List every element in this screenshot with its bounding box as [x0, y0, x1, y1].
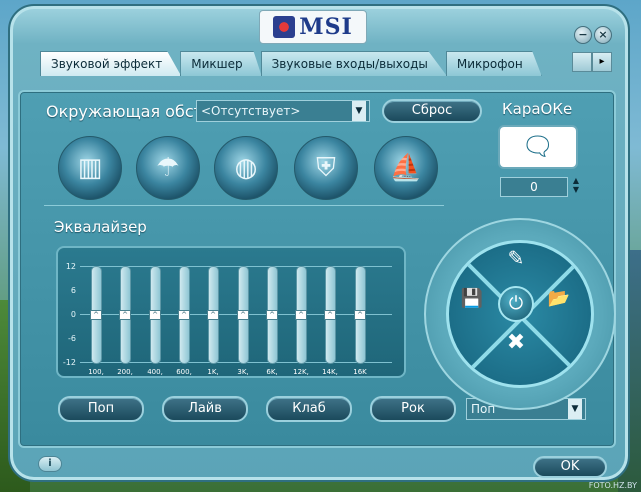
ok-button[interactable]: OK — [533, 456, 607, 478]
eq-slider-knob[interactable]: ^ — [119, 310, 131, 320]
eq-scale-0: 0 — [70, 310, 76, 319]
eq-frequency-label: 200, — [117, 368, 133, 376]
eq-frequency-label: 16K — [353, 368, 367, 376]
eq-scale-6: 6 — [70, 286, 76, 295]
reset-button[interactable]: Сброс — [382, 99, 482, 123]
eq-scale-12: 12 — [65, 262, 76, 271]
eq-slider-knob[interactable]: ^ — [354, 310, 366, 320]
tab-scroll-left-button[interactable] — [572, 52, 592, 72]
karaoke-value-field[interactable]: 0 — [500, 177, 568, 197]
tab-sound-effect[interactable]: Звуковой эффект — [40, 51, 182, 76]
minimize-button[interactable]: − — [574, 26, 592, 44]
eq-slider-knob[interactable]: ^ — [90, 310, 102, 320]
tab-scroll-right-button[interactable]: ▸ — [592, 52, 612, 72]
karaoke-label: КараОКе — [502, 100, 573, 118]
chevron-down-icon: ▼ — [568, 399, 582, 419]
eq-slider-knob[interactable]: ^ — [295, 310, 307, 320]
eq-slider-knob[interactable]: ^ — [178, 310, 190, 320]
eq-frequency-label: 1K, — [207, 368, 219, 376]
preset-rock-button[interactable]: Рок — [370, 396, 456, 422]
eq-scale-neg6: -6 — [68, 334, 76, 343]
environment-select[interactable]: <Отсутствует> ▼ — [196, 100, 370, 122]
sphere-icon[interactable]: ◍ — [214, 136, 278, 200]
eraser-icon[interactable]: ✎ — [502, 246, 530, 270]
karaoke-spinner[interactable]: ▲ ▼ — [570, 176, 582, 198]
eq-frequency-label: 3K, — [237, 368, 249, 376]
hall-icon[interactable]: ▥ — [58, 136, 122, 200]
eq-frequency-label: 6K, — [266, 368, 278, 376]
section-divider — [44, 205, 444, 206]
eq-frequency-label: 400, — [147, 368, 163, 376]
eq-frequency-label: 600, — [176, 368, 192, 376]
eq-slider-knob[interactable]: ^ — [266, 310, 278, 320]
preset-club-button[interactable]: Клаб — [266, 396, 352, 422]
chevron-down-icon: ▼ — [352, 101, 366, 121]
opera-icon[interactable]: ⛵ — [374, 136, 438, 200]
eq-slider-knob[interactable]: ^ — [149, 310, 161, 320]
close-button[interactable]: × — [594, 26, 612, 44]
tab-mixer[interactable]: Микшер — [180, 51, 262, 76]
delete-icon[interactable]: ✖ — [502, 330, 530, 355]
preset-live-button[interactable]: Лайв — [162, 396, 248, 422]
power-icon[interactable]: ⏻ — [498, 286, 534, 322]
tab-scroller: ▸ — [572, 52, 612, 72]
tab-microphone[interactable]: Микрофон — [445, 51, 542, 76]
msi-logo: MSI — [259, 10, 367, 44]
tab-io[interactable]: Звуковые входы/выходы — [260, 51, 447, 76]
msi-logo-text: MSI — [299, 14, 353, 40]
info-button[interactable]: i — [38, 456, 62, 472]
eq-frequency-label: 12K, — [293, 368, 309, 376]
environment-label: Окружающая обст — [46, 102, 203, 121]
eq-frequency-label: 14K, — [322, 368, 338, 376]
colosseum-icon[interactable]: ⛨ — [294, 136, 358, 200]
environment-selected-value: <Отсутствует> — [201, 104, 301, 118]
eq-slider-knob[interactable]: ^ — [237, 310, 249, 320]
msi-emblem-icon — [273, 16, 296, 38]
eq-slider-knob[interactable]: ^ — [207, 310, 219, 320]
watermark: FOTO.HZ.BY — [588, 481, 637, 490]
shower-icon[interactable]: ☂ — [136, 136, 200, 200]
folder-open-icon[interactable]: 📂 — [544, 288, 574, 309]
eq-slider-knob[interactable]: ^ — [324, 310, 336, 320]
eq-frequency-label: 100, — [88, 368, 104, 376]
eq-scale-neg12: -12 — [62, 358, 76, 367]
preset-pop-button[interactable]: Поп — [58, 396, 144, 422]
equalizer-label: Эквалайзер — [54, 218, 147, 236]
karaoke-singer-icon[interactable]: 🗨 — [498, 125, 578, 169]
tab-bar: Звуковой эффект Микшер Звуковые входы/вы… — [40, 51, 542, 76]
save-icon[interactable]: 💾 — [458, 288, 486, 309]
